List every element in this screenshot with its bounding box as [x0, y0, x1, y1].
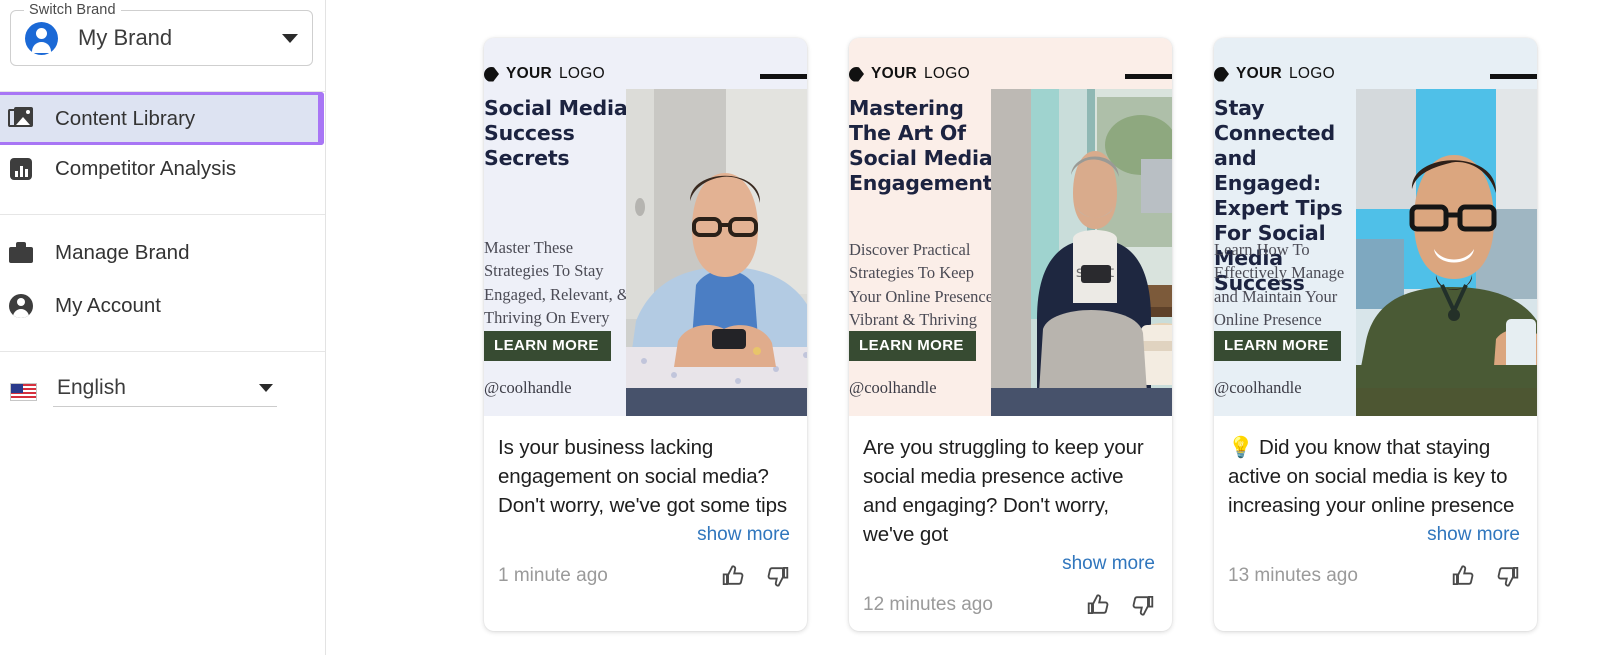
sidebar: Switch Brand My Brand Content Library Co… — [0, 0, 326, 655]
preview-headline: Social Media Success Secrets — [484, 96, 628, 170]
logo-mark-icon — [849, 66, 864, 82]
preview-handle: @coolhandle — [849, 378, 937, 397]
preview-bottom-bar — [991, 388, 1172, 416]
content-card[interactable]: YOUR LOGO Stay Connected and Engaged: Ex… — [1214, 38, 1537, 632]
preview-photo: stnat — [991, 89, 1172, 393]
preview-photo — [1356, 89, 1537, 393]
preview-logo-bold: YOUR — [1236, 65, 1282, 82]
preview-logo-light: LOGO — [923, 65, 970, 82]
post-preview-image: YOUR LOGO Social Media Success Secrets M… — [484, 38, 807, 416]
thumb-down-icon[interactable] — [1129, 592, 1155, 618]
brand-switcher-legend: Switch Brand — [24, 2, 121, 18]
card-meta-row: 12 minutes ago — [863, 592, 1155, 618]
post-preview-image: YOUR LOGO Stay Connected and Engaged: Ex… — [1214, 38, 1537, 416]
card-timestamp: 12 minutes ago — [863, 594, 993, 616]
app-root: Switch Brand My Brand Content Library Co… — [0, 0, 1600, 655]
sidebar-item-manage-brand[interactable]: Manage Brand — [0, 229, 325, 276]
vote-controls — [721, 563, 790, 589]
chevron-down-icon — [259, 383, 273, 392]
thumb-up-icon[interactable] — [1086, 592, 1112, 618]
language-field[interactable]: English — [53, 376, 277, 407]
preview-logo: YOUR LOGO — [1214, 65, 1335, 83]
preview-headline: Mastering The Art Of Social Media Engage… — [849, 96, 993, 195]
card-caption: Is your business lacking engagement on s… — [498, 436, 788, 518]
sidebar-item-my-account[interactable]: My Account — [0, 282, 325, 329]
show-more-link[interactable]: show more — [1228, 524, 1520, 546]
card-meta-row: 13 minutes ago — [1228, 563, 1520, 589]
thumb-down-icon[interactable] — [1494, 563, 1520, 589]
bar-chart-icon — [8, 156, 34, 182]
preview-logo-bold: YOUR — [871, 65, 917, 82]
thumb-up-icon[interactable] — [721, 563, 747, 589]
content-card-list: YOUR LOGO Social Media Success Secrets M… — [484, 38, 1537, 632]
show-more-link[interactable]: show more — [498, 524, 790, 546]
account-circle-icon — [8, 293, 34, 319]
show-more-link[interactable]: show more — [863, 553, 1155, 575]
briefcase-icon — [8, 240, 34, 266]
preview-handle: @coolhandle — [1214, 378, 1302, 397]
sidebar-nav-primary: Content Library Competitor Analysis — [0, 92, 325, 192]
sidebar-item-content-library[interactable]: Content Library — [0, 92, 324, 145]
sidebar-item-label: Manage Brand — [55, 240, 190, 264]
chevron-down-icon — [282, 33, 298, 43]
brand-switcher[interactable]: Switch Brand My Brand — [10, 2, 313, 66]
sidebar-item-competitor-analysis[interactable]: Competitor Analysis — [0, 145, 325, 192]
vote-controls — [1086, 592, 1155, 618]
preview-logo-light: LOGO — [558, 65, 605, 82]
logo-mark-icon — [484, 66, 499, 82]
content-library-main: YOUR LOGO Social Media Success Secrets M… — [326, 0, 1600, 655]
preview-logo: YOUR LOGO — [484, 65, 605, 83]
preview-logo-bold: YOUR — [506, 65, 552, 82]
thumb-up-icon[interactable] — [1451, 563, 1477, 589]
brand-switcher-wrap: Switch Brand My Brand — [0, 0, 325, 66]
card-body: 💡 Did you know that staying active on so… — [1214, 416, 1537, 602]
content-card[interactable]: YOUR LOGO Mastering The Art Of Social Me… — [849, 38, 1172, 632]
logo-mark-icon — [1214, 66, 1229, 82]
preview-cta-button[interactable]: LEARN MORE — [1214, 331, 1341, 361]
language-selector[interactable]: English — [0, 352, 325, 407]
preview-subtext: Learn How To Effectively Manage and Main… — [1214, 240, 1345, 330]
card-timestamp: 1 minute ago — [498, 565, 608, 587]
sidebar-item-label: Content Library — [55, 106, 196, 130]
card-meta-row: 1 minute ago — [498, 563, 790, 589]
photo-library-icon — [8, 106, 34, 132]
sidebar-nav-secondary: Manage Brand My Account — [0, 215, 325, 329]
preview-bottom-bar — [626, 388, 807, 416]
sidebar-item-label: Competitor Analysis — [55, 156, 237, 180]
preview-logo-light: LOGO — [1288, 65, 1335, 82]
account-circle-icon — [25, 21, 58, 55]
language-value: English — [57, 375, 126, 399]
preview-rule — [760, 74, 807, 79]
card-body: Is your business lacking engagement on s… — [484, 416, 807, 602]
vote-controls — [1451, 563, 1520, 589]
thumb-down-icon[interactable] — [764, 563, 790, 589]
card-caption: Are you struggling to keep your social m… — [863, 436, 1144, 547]
preview-cta-button[interactable]: LEARN MORE — [849, 331, 976, 361]
preview-rule — [1125, 74, 1172, 79]
preview-subtext: Discover Practical Strategies To Keep Yo… — [849, 240, 994, 330]
us-flag-icon — [10, 382, 37, 401]
post-preview-image: YOUR LOGO Mastering The Art Of Social Me… — [849, 38, 1172, 416]
sidebar-item-label: My Account — [55, 293, 161, 317]
card-body: Are you struggling to keep your social m… — [849, 416, 1172, 631]
preview-photo — [626, 89, 807, 393]
preview-rule — [1490, 74, 1537, 79]
content-card[interactable]: YOUR LOGO Social Media Success Secrets M… — [484, 38, 807, 632]
preview-handle: @coolhandle — [484, 378, 572, 397]
card-caption: 💡 Did you know that staying active on so… — [1228, 436, 1515, 518]
preview-logo: YOUR LOGO — [849, 65, 970, 83]
brand-switcher-value: My Brand — [78, 25, 173, 50]
preview-bottom-bar — [1356, 388, 1537, 416]
card-timestamp: 13 minutes ago — [1228, 565, 1358, 587]
preview-cta-button[interactable]: LEARN MORE — [484, 331, 611, 361]
